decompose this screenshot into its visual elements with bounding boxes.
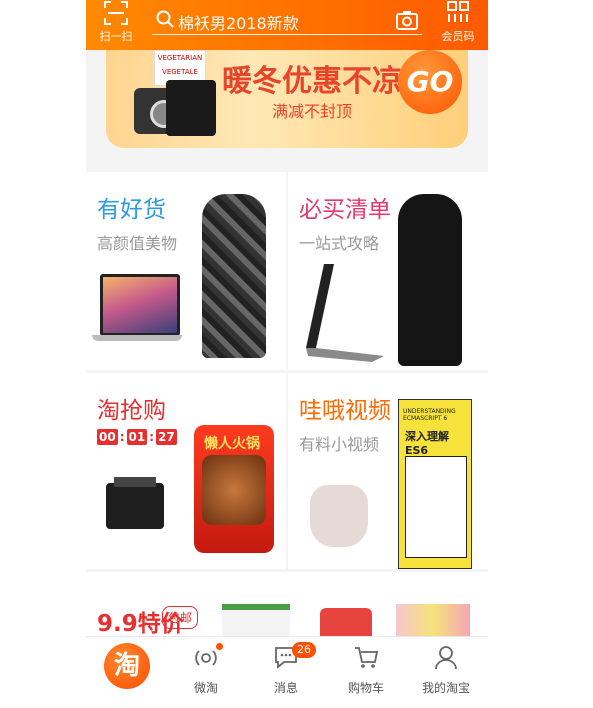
tab-my-taobao[interactable]: 我的淘宝 — [406, 637, 486, 698]
book-english-title: UNDERSTANDING ECMASCRIPT 6 — [403, 408, 456, 422]
tab-weitao[interactable]: 微淘 — [166, 637, 246, 698]
tab-label: 我的淘宝 — [421, 681, 470, 695]
search-icon — [156, 10, 174, 28]
laptop-image — [100, 274, 180, 336]
card-waoh-video[interactable]: 哇哦视频 有料小视频 UNDERSTANDING ECMASCRIPT 6 深入… — [288, 373, 488, 569]
laptop-image — [306, 264, 384, 362]
banner-bag-image — [166, 80, 216, 136]
hotpot-label: 懒人火锅 — [204, 436, 260, 452]
camo-coat-image — [202, 194, 266, 358]
notification-dot — [216, 643, 223, 650]
search-bar[interactable]: 棉袄男2018新款 — [152, 4, 422, 35]
card-haohuo[interactable]: 有好货 高颜值美物 — [86, 172, 286, 370]
black-coat-image — [398, 194, 462, 366]
timer-hours: 00 — [97, 429, 118, 445]
card-subtitle: 高颜值美物 — [97, 234, 178, 253]
book-title: 深入理解ES6 — [405, 430, 449, 457]
card-taoqiang[interactable]: 淘抢购 00: 01: 27 懒人火锅 — [86, 373, 286, 569]
banner-subtitle: 满减不封顶 — [272, 102, 353, 121]
free-shipping-tag: 包邮 — [162, 606, 199, 629]
book-image: UNDERSTANDING ECMASCRIPT 6 深入理解ES6 — [398, 399, 472, 569]
promo-banner[interactable]: VEGETARIAN VEGETALE 暖冬优惠不凉凉 满减不封顶 GO — [106, 50, 468, 148]
printer-image — [106, 477, 164, 529]
card-subtitle: 一站式攻略 — [299, 234, 380, 253]
card-subtitle: 有料小视频 — [299, 435, 380, 454]
tab-label: 购物车 — [347, 681, 384, 695]
card-title: 哇哦视频 — [299, 398, 391, 424]
app-screen: 扫一扫 棉袄男2018新款 会员码 VEGETARIAN VEGETALE 暖冬… — [86, 0, 488, 698]
card-bimai[interactable]: 必买清单 一站式攻略 — [288, 172, 488, 370]
message-count-badge: 26 — [292, 642, 316, 658]
tab-messages[interactable]: 26 消息 — [246, 637, 326, 698]
member-code-button[interactable]: 会员码 — [430, 0, 486, 50]
banner-go-button[interactable]: GO — [398, 50, 462, 114]
card-title: 有好货 — [97, 197, 166, 223]
timer-minutes: 01 — [126, 429, 148, 445]
handbag-image — [310, 485, 368, 547]
tab-home[interactable]: 淘 — [86, 637, 166, 698]
user-icon — [435, 646, 457, 670]
camera-icon[interactable] — [396, 10, 418, 30]
tab-cart[interactable]: 购物车 — [326, 637, 406, 698]
hotpot-image: 懒人火锅 — [194, 425, 274, 553]
member-code-label: 会员码 — [441, 30, 475, 43]
laptop-base-image — [92, 335, 182, 341]
search-input[interactable]: 棉袄男2018新款 — [178, 10, 299, 34]
countdown-timer: 00: 01: 27 — [97, 429, 177, 445]
cart-icon — [355, 647, 379, 668]
tab-label: 消息 — [273, 681, 298, 695]
scan-label: 扫一扫 — [99, 30, 133, 43]
book-illustration — [405, 456, 467, 558]
scan-button[interactable]: 扫一扫 — [88, 0, 144, 50]
hotpot-food-image — [202, 455, 266, 525]
top-header: 扫一扫 棉袄男2018新款 会员码 — [86, 0, 488, 50]
scan-icon — [104, 1, 128, 25]
timer-seconds: 27 — [156, 429, 177, 445]
card-title: 淘抢购 — [97, 398, 166, 424]
tab-label: 微淘 — [193, 681, 218, 695]
taobao-home-icon[interactable]: 淘 — [104, 643, 150, 689]
bottom-tab-bar: 淘 微淘 26 消息 购物车 我的淘宝 — [86, 636, 488, 698]
member-code-icon — [447, 1, 469, 22]
card-title: 必买清单 — [299, 197, 391, 223]
